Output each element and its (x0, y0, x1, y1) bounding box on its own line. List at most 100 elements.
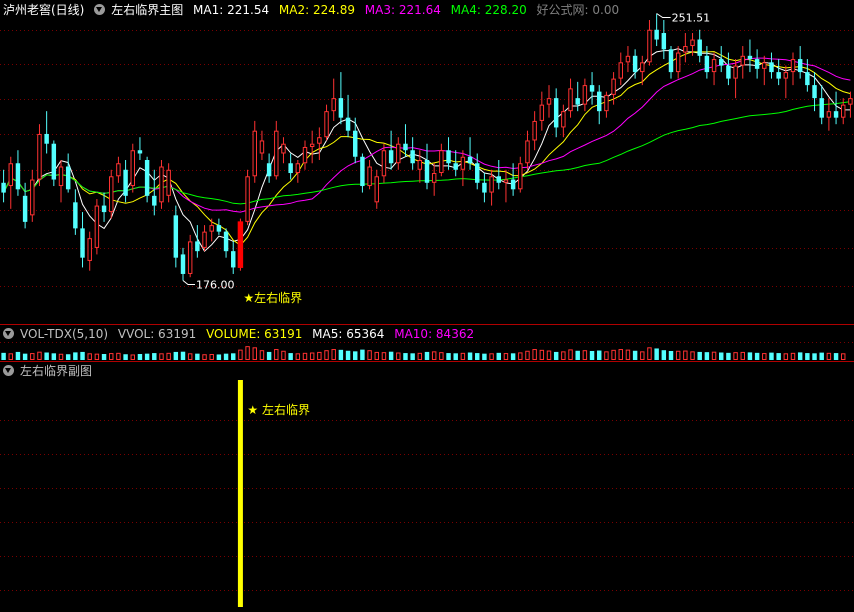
vol-bar-73 (525, 350, 530, 360)
stock-title: 泸州老窖(日线) (3, 3, 85, 17)
indicator-menu-icon[interactable] (94, 4, 106, 15)
candle-body-69 (496, 176, 501, 183)
vol-bar-61 (439, 352, 444, 360)
vol-bar-51 (367, 350, 372, 361)
vol-bar-108 (776, 353, 781, 360)
sub-menu-icon[interactable] (3, 365, 14, 376)
vol-ma5-value: MA5: 65364 (312, 327, 385, 341)
vol-bar-100 (719, 352, 724, 360)
candle-body-110 (790, 59, 796, 73)
vol-bar-109 (783, 353, 789, 360)
candle-body-107 (769, 62, 774, 73)
indicator-name[interactable]: 左右临界主图 (111, 3, 183, 17)
candle-body-23 (166, 169, 171, 196)
vol-bar-58 (417, 352, 423, 361)
candle-body-99 (711, 59, 717, 73)
vol-bar-94 (675, 350, 681, 360)
vol-bar-41 (295, 353, 301, 360)
candle-body-74 (532, 120, 537, 141)
candle-body-62 (446, 150, 451, 164)
vol-menu-icon[interactable] (3, 328, 14, 339)
vol-bar-3 (22, 353, 28, 360)
candle-body-26 (187, 241, 193, 274)
candle-body-66 (475, 163, 480, 183)
candle-body-97 (697, 39, 702, 56)
vol-bar-101 (726, 352, 731, 360)
candle-body-104 (747, 55, 753, 60)
candle-body-88 (632, 55, 638, 73)
candle-body-105 (754, 59, 760, 69)
candle-body-45 (324, 111, 329, 138)
candle-body-43 (309, 143, 315, 147)
candle-body-61 (439, 150, 444, 174)
vol-bar-10 (73, 352, 78, 360)
candle-body-81 (582, 85, 588, 105)
candle-body-37 (266, 163, 272, 177)
vol-bar-102 (733, 352, 738, 360)
candle-body-54 (388, 150, 394, 164)
chart-canvas[interactable]: 251.51 176.00 ★左右临界 ★ 左右临界 (0, 0, 854, 612)
vol-ma10-value: MA10: 84362 (394, 327, 475, 341)
vol-bar-2 (15, 351, 21, 360)
vol-bar-30 (216, 354, 222, 360)
vol-bar-47 (338, 349, 344, 360)
vol-bar-91 (654, 348, 659, 360)
vol-bar-33 (238, 349, 243, 361)
candle-body-49 (353, 130, 358, 157)
vol-bar-97 (697, 351, 702, 360)
vol-bar-75 (539, 349, 545, 361)
candle-body-44 (317, 137, 322, 144)
sub-name[interactable]: 左右临界副图 (20, 364, 92, 378)
vol-bar-82 (589, 351, 595, 360)
vol-bar-39 (281, 350, 286, 360)
candle-body-22 (159, 166, 164, 203)
high-marker-line (656, 13, 671, 18)
candle-body-58 (417, 160, 423, 170)
vol-bar-57 (410, 353, 415, 360)
vol-bar-44 (317, 351, 322, 360)
vol-header: VOL-TDX(5,10) VVOL: 63191 VOLUME: 63191 … (3, 325, 480, 343)
vol-bar-68 (489, 353, 494, 360)
candle-body-115 (826, 111, 832, 118)
candle-body-15 (109, 176, 114, 213)
ma2-line (3, 51, 851, 246)
candle-body-34 (245, 176, 250, 222)
vol-bar-45 (324, 350, 329, 361)
vol-bar-86 (618, 349, 623, 360)
vol-bar-31 (223, 353, 229, 360)
vol-bar-36 (259, 350, 265, 361)
vol-bar-52 (374, 351, 379, 360)
vol-bar-77 (553, 351, 559, 360)
vol-bar-66 (475, 353, 480, 360)
vol-name[interactable]: VOL-TDX(5,10) (20, 327, 108, 341)
vol-bar-19 (137, 354, 143, 360)
candle-body-38 (274, 130, 279, 177)
candle-body-116 (833, 111, 839, 118)
candle-body-78 (561, 111, 566, 128)
candle-body-50 (360, 156, 365, 187)
candle-body-77 (553, 98, 559, 128)
candle-body-79 (568, 88, 573, 112)
vol-bar-8 (58, 353, 64, 360)
vol-bar-5 (37, 351, 42, 361)
candle-body-63 (453, 163, 458, 170)
high-label: 251.51 (672, 11, 711, 24)
candle-body-19 (137, 150, 143, 154)
vol-bar-48 (345, 350, 351, 360)
candle-body-111 (797, 59, 803, 73)
candle-body-70 (503, 179, 509, 183)
vol-bar-56 (403, 353, 408, 360)
vol-bar-15 (109, 353, 114, 361)
candle-body-48 (345, 117, 351, 131)
candle-body-100 (719, 59, 724, 66)
vol-bar-43 (309, 352, 315, 360)
candle-body-76 (546, 98, 552, 105)
candle-body-56 (403, 143, 408, 151)
candle-body-31 (223, 231, 229, 252)
candle-body-75 (539, 104, 545, 121)
candle-body-1 (8, 163, 13, 187)
vol-bar-78 (561, 351, 566, 361)
vol-bar-46 (331, 349, 336, 360)
vol-bar-90 (647, 347, 652, 360)
vol-bar-92 (661, 350, 667, 360)
